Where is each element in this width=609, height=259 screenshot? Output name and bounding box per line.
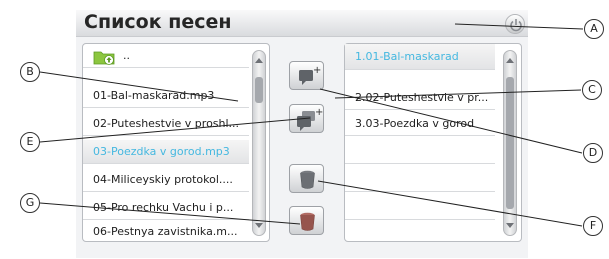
callout-e: E bbox=[20, 132, 40, 152]
callout-g: G bbox=[20, 193, 40, 213]
callout-c: C bbox=[582, 80, 602, 100]
callout-f: F bbox=[583, 216, 603, 236]
callout-leader-lines bbox=[39, 23, 584, 227]
callout-a: A bbox=[584, 19, 604, 39]
callout-d: D bbox=[583, 143, 603, 163]
callout-b: B bbox=[20, 62, 40, 82]
